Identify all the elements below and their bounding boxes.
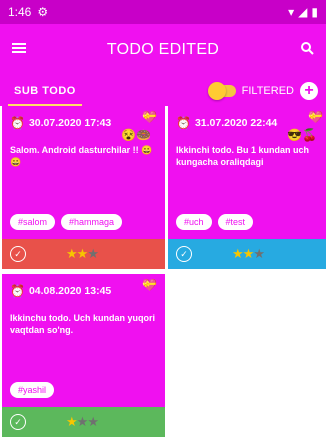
star-icon: ★ — [76, 246, 89, 261]
check-icon[interactable]: ✓ — [10, 246, 26, 262]
card-footer: ✓ ★ ★ ★ — [2, 407, 165, 437]
star-icon: ★ — [232, 246, 244, 261]
alarm-clock-icon: ⏰ — [10, 116, 25, 130]
tag-chip[interactable]: #salom — [10, 214, 56, 230]
alarm-clock-icon: ⏰ — [176, 116, 191, 130]
toggle-knob — [207, 82, 226, 100]
todo-text: Salom. Android dasturchilar !! 😀😀 — [10, 145, 153, 167]
check-icon[interactable]: ✓ — [10, 414, 26, 430]
star-icon: ★ — [87, 246, 99, 261]
todo-date: 04.08.2020 13:45 — [28, 285, 112, 297]
filter-label: FILTERED — [241, 85, 294, 97]
emoji-icons: 😵🍩 — [121, 128, 151, 142]
signal-icon: ◢ — [298, 5, 308, 19]
rating: ★ ★ ★ — [66, 246, 99, 262]
add-button[interactable]: + — [300, 82, 318, 100]
status-time: 1:46 — [8, 5, 32, 19]
star-icon: ★ — [242, 246, 255, 261]
settings-icon: ⚙ — [37, 5, 49, 19]
tab-label: SUB TODO — [14, 85, 76, 97]
check-icon[interactable]: ✓ — [176, 246, 192, 262]
emoji-icons: 😎🍒 — [287, 128, 317, 142]
heart-icon: 💝 — [142, 278, 157, 292]
tag-chip[interactable]: #uch — [176, 214, 212, 230]
wifi-icon: ▾ — [288, 5, 295, 19]
rating: ★ ★ ★ — [232, 246, 265, 262]
todo-text: Ikkinchu todo. Uch kundan yuqori vaqtdan… — [10, 313, 156, 335]
star-icon: ★ — [66, 246, 78, 261]
menu-icon[interactable] — [12, 41, 26, 59]
star-icon: ★ — [76, 414, 89, 429]
rating: ★ ★ ★ — [66, 414, 99, 430]
todo-card[interactable]: ⏰ 04.08.2020 13:45 💝 Ikkinchu todo. Uch … — [2, 274, 165, 437]
app-bar: TODO EDITED — [0, 24, 326, 76]
todo-card[interactable]: ⏰ 30.07.2020 17:43 💝 😵🍩 Salom. Android d… — [2, 106, 165, 269]
battery-icon: ▮ — [311, 5, 318, 19]
tab-sub-todo[interactable]: SUB TODO — [8, 76, 82, 106]
star-icon: ★ — [87, 414, 99, 429]
tag-chip[interactable]: #hammaga — [61, 214, 123, 230]
filter-toggle[interactable] — [207, 82, 236, 100]
tag-chip[interactable]: #yashil — [10, 382, 55, 398]
status-bar: 1:46 ⚙ ▾ ◢ ▮ — [0, 0, 326, 24]
alarm-clock-icon: ⏰ — [10, 284, 25, 298]
card-footer: ✓ ★ ★ ★ — [2, 239, 165, 269]
heart-icon: 💝 — [142, 110, 157, 124]
page-title: TODO EDITED — [106, 41, 220, 58]
search-icon[interactable] — [300, 41, 314, 60]
todo-text: Ikkinchi todo. Bu 1 kundan uch kungacha … — [176, 145, 310, 167]
sub-bar: SUB TODO FILTERED + — [0, 76, 326, 106]
tag-chip[interactable]: #test — [217, 214, 254, 230]
todo-card[interactable]: ⏰ 31.07.2020 22:44 💝 😎🍒 Ikkinchi todo. B… — [168, 106, 326, 269]
heart-icon: 💝 — [308, 110, 323, 124]
star-icon: ★ — [253, 246, 265, 261]
todo-date: 30.07.2020 17:43 — [28, 117, 112, 129]
todo-date: 31.07.2020 22:44 — [194, 117, 278, 129]
card-footer: ✓ ★ ★ ★ — [168, 239, 326, 269]
star-icon: ★ — [66, 414, 78, 429]
